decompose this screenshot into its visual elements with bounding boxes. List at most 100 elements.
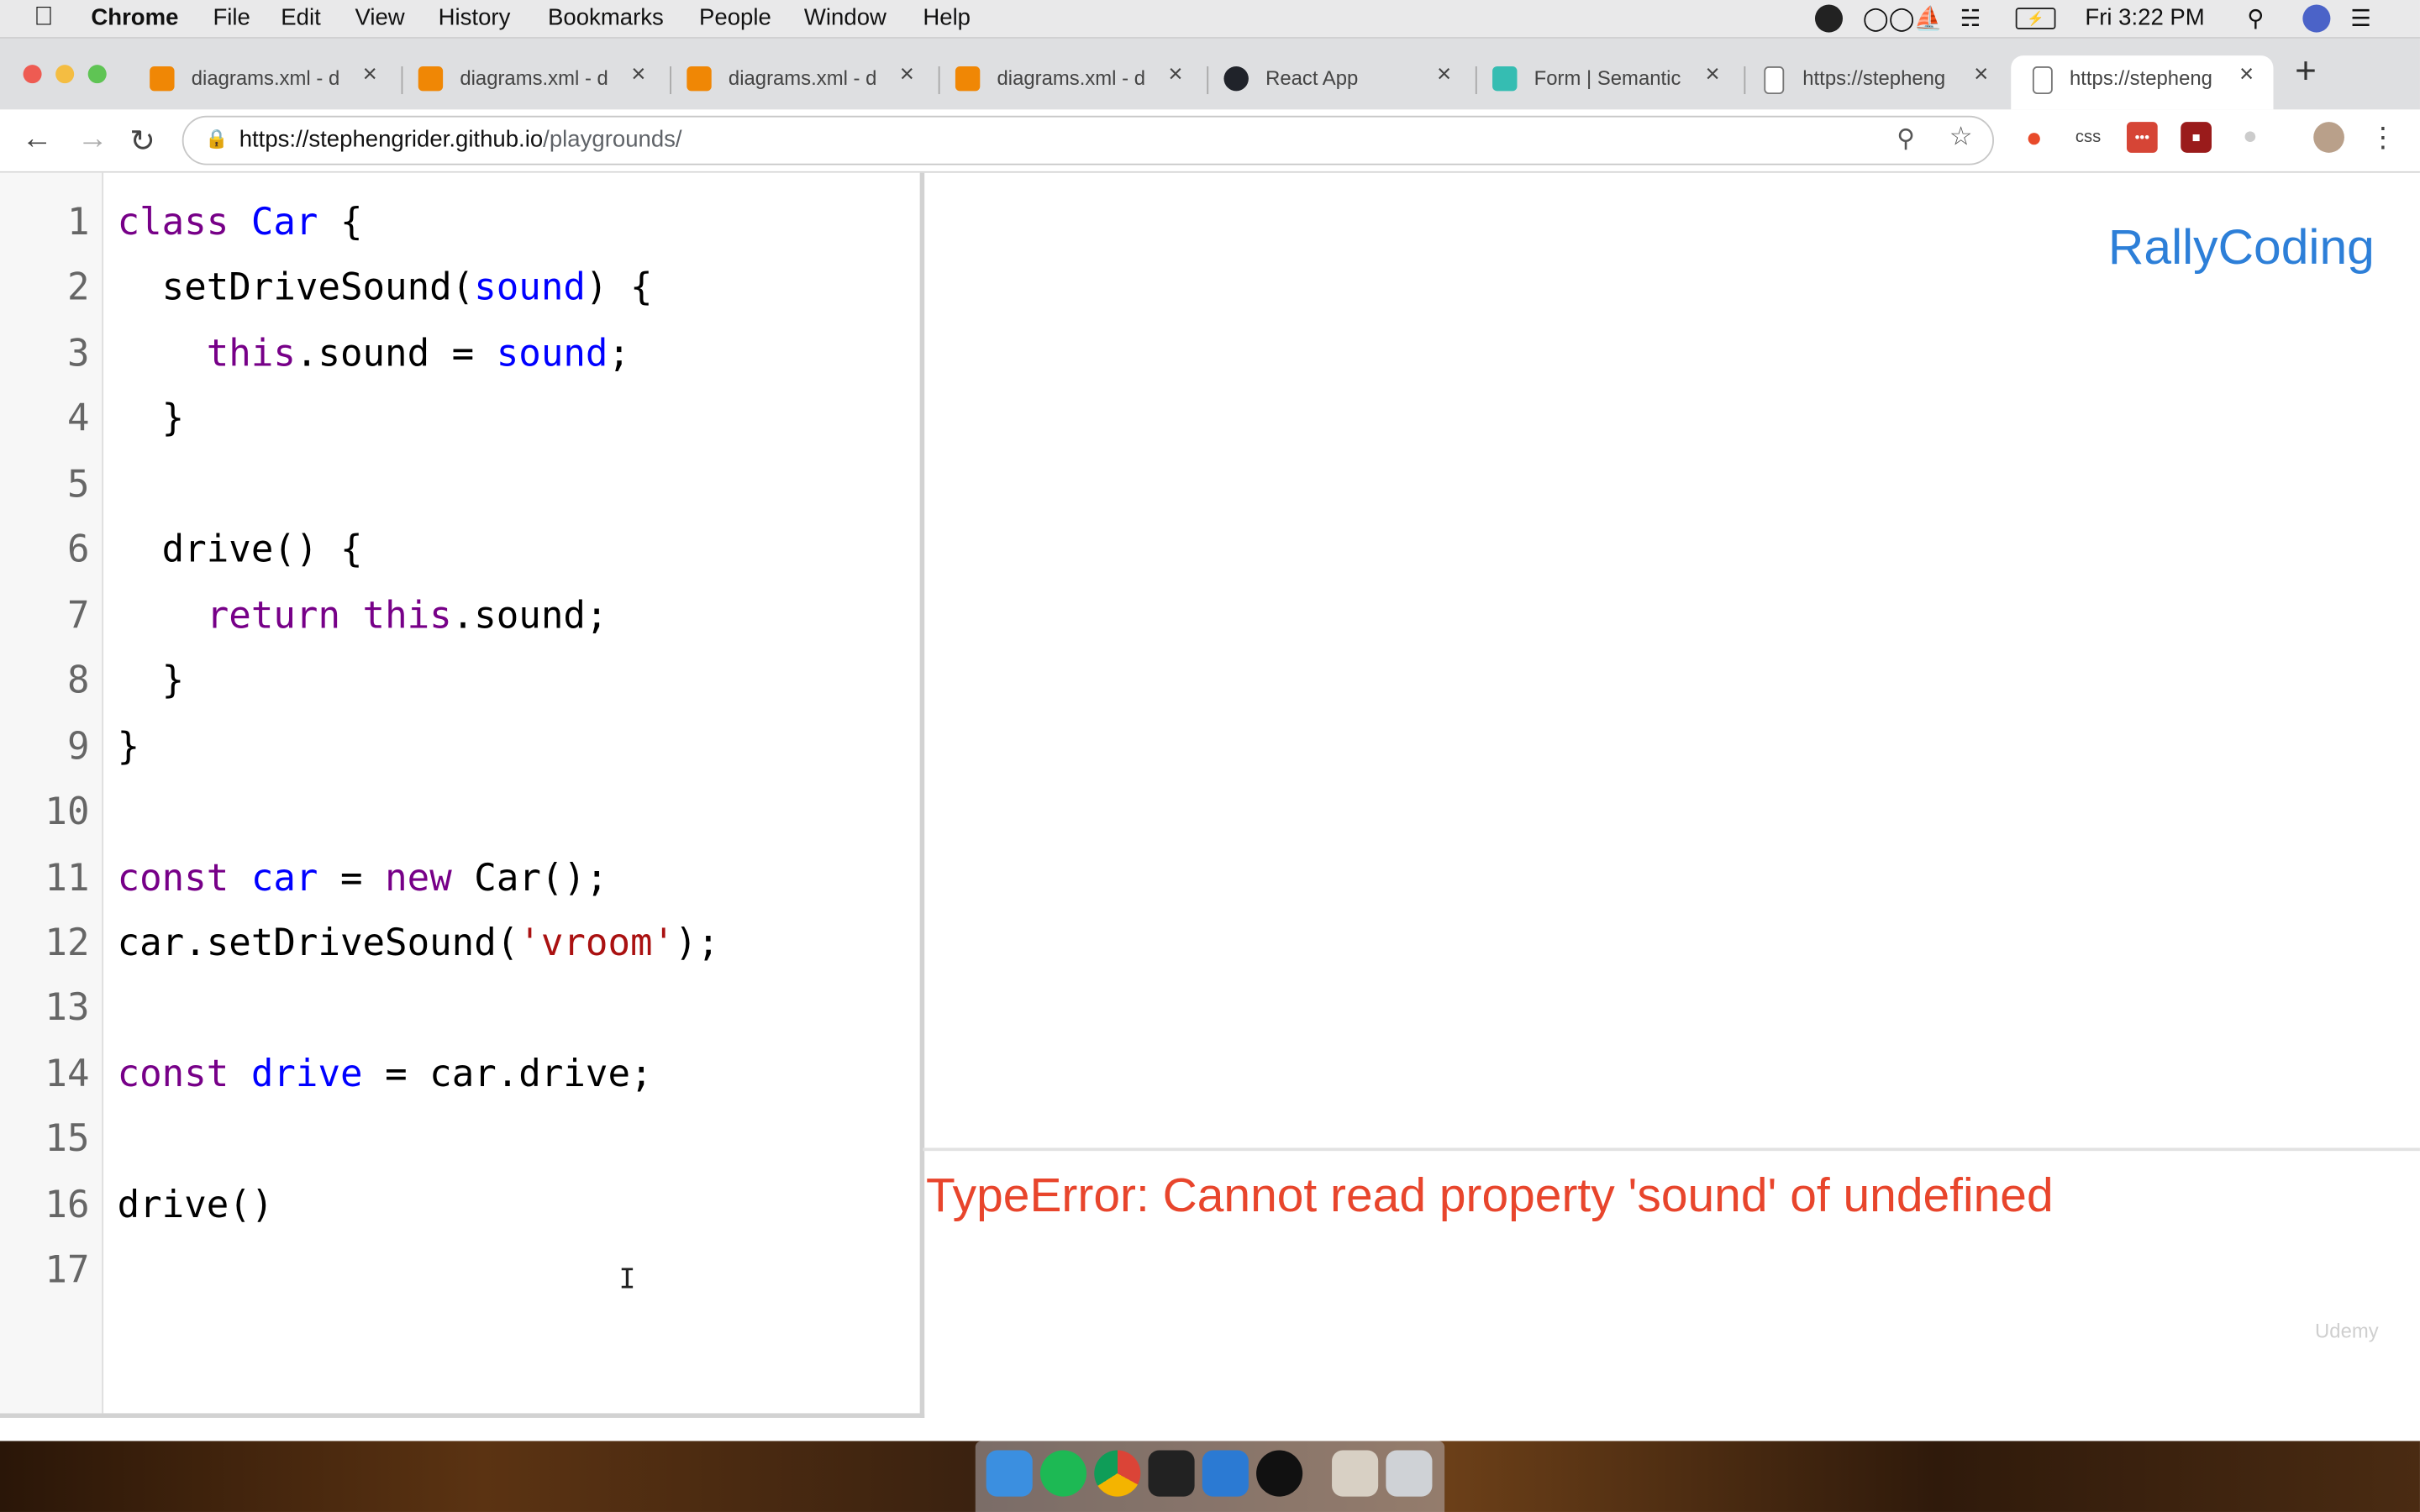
menu-history[interactable]: History (439, 5, 511, 31)
spotlight-search-icon[interactable]: ⚲ (2247, 5, 2264, 32)
menu-view[interactable]: View (355, 5, 404, 31)
code-line[interactable]: car.setDriveSound('vroom'); (118, 921, 720, 964)
close-tab-icon[interactable]: × (631, 61, 645, 89)
ublock-icon[interactable]: ■ (2181, 122, 2212, 153)
menu-bookmarks[interactable]: Bookmarks (548, 5, 664, 31)
menu-file[interactable]: File (213, 5, 250, 31)
code-line[interactable]: } (118, 659, 185, 701)
notification-center-icon[interactable]: ☰ (2350, 5, 2371, 32)
chrome-menu-icon[interactable]: ⋮ (2367, 122, 2398, 153)
tab-react-app[interactable]: React App × (1223, 55, 1471, 102)
code-token: this (362, 594, 452, 638)
line-number: 9 (66, 725, 90, 769)
tab-diagrams-3[interactable]: diagrams.xml - d × (687, 55, 934, 102)
code-token: const (117, 856, 251, 900)
profile-avatar[interactable] (2313, 122, 2344, 153)
finder-icon[interactable] (986, 1450, 1033, 1497)
code-token: ); (675, 921, 720, 964)
code-token: ) { (585, 265, 653, 309)
minimize-window-button[interactable] (55, 65, 75, 84)
code-token: } (117, 396, 185, 440)
code-token: Car(); (451, 856, 608, 900)
vlc-icon[interactable] (1332, 1450, 1379, 1497)
new-tab-button[interactable]: + (2295, 51, 2317, 94)
code-line[interactable]: class Car { (118, 201, 363, 244)
bookmark-star-icon[interactable]: ☆ (1949, 122, 1973, 153)
reload-icon[interactable]: ↻ (129, 122, 155, 160)
siri-icon[interactable] (2302, 4, 2331, 33)
output-divider (923, 1147, 2420, 1152)
tab-separator (938, 66, 940, 95)
close-tab-icon[interactable]: × (2239, 61, 2254, 89)
close-tab-icon[interactable]: × (363, 61, 377, 89)
tab-stephengrider-active[interactable]: https://stepheng × (2011, 55, 2274, 110)
code-token: const (117, 1052, 251, 1096)
chrome-icon[interactable] (1094, 1450, 1141, 1497)
docker-icon[interactable]: ⛵ (1914, 5, 1943, 32)
code-token: = (318, 856, 386, 900)
tab-label: React App (1265, 66, 1359, 90)
tab-diagrams-1[interactable]: diagrams.xml - d × (150, 55, 397, 102)
spotify-icon[interactable] (1039, 1450, 1087, 1497)
code-token: drive (250, 1052, 363, 1096)
extension-disabled-icon[interactable]: ● (2235, 122, 2266, 153)
close-tab-icon[interactable]: × (1706, 61, 1720, 89)
menu-help[interactable]: Help (923, 5, 971, 31)
address-bar[interactable]: 🔒 https://stephengrider.github.io/playgr… (182, 115, 1995, 165)
code-token: } (117, 659, 185, 702)
menu-window[interactable]: Window (804, 5, 886, 31)
close-tab-icon[interactable]: × (900, 61, 914, 89)
extension-fire-icon[interactable]: ● (2018, 122, 2049, 153)
close-tab-icon[interactable]: × (1437, 61, 1451, 89)
terminal-icon[interactable] (1148, 1450, 1195, 1497)
text-cursor-icon: I (618, 1263, 636, 1296)
code-line[interactable]: setDriveSound(sound) { (118, 265, 653, 308)
tab-separator (670, 66, 671, 95)
extension-more-icon[interactable]: ••• (2126, 122, 2158, 153)
url-text[interactable]: https://stephengrider.github.io/playgrou… (239, 127, 682, 153)
creative-cloud-icon[interactable] (1814, 4, 1844, 33)
code-line[interactable]: this.sound = sound; (118, 332, 630, 375)
glasses-icon[interactable]: ◯◯ (1863, 5, 1915, 32)
obs-icon[interactable] (1256, 1450, 1303, 1497)
trash-icon[interactable] (1386, 1450, 1433, 1497)
line-number: 10 (45, 790, 90, 833)
back-icon[interactable]: ← (22, 122, 53, 157)
code-token: ; (608, 331, 631, 375)
zoom-window-button[interactable] (87, 65, 107, 84)
code-line[interactable]: return this.sound; (118, 594, 608, 637)
drawio-icon (687, 66, 712, 92)
zoom-icon[interactable]: ⚲ (1897, 123, 1915, 155)
code-line[interactable]: drive() (118, 1184, 274, 1226)
code-line[interactable]: } (118, 725, 140, 768)
wifi-icon[interactable]: ☵ (1960, 5, 1981, 32)
menu-people[interactable]: People (699, 5, 771, 31)
code-line[interactable]: drive() { (118, 528, 363, 570)
tab-semantic-form[interactable]: Form | Semantic × (1492, 55, 1739, 102)
rallycoding-brand[interactable]: RallyCoding (2108, 219, 2375, 276)
extension-css-icon[interactable]: css (2073, 122, 2104, 153)
menu-clock[interactable]: Fri 3:22 PM (2085, 5, 2204, 31)
code-line[interactable]: } (118, 396, 185, 439)
tab-diagrams-2[interactable]: diagrams.xml - d × (418, 55, 666, 102)
close-tab-icon[interactable]: × (1974, 61, 1988, 89)
vscode-icon[interactable] (1202, 1450, 1249, 1497)
code-line[interactable]: const drive = car.drive; (118, 1053, 653, 1095)
close-window-button[interactable] (23, 65, 42, 84)
forward-icon[interactable]: → (77, 122, 108, 157)
code-token: this (206, 331, 296, 375)
drawio-icon (418, 66, 444, 92)
code-line[interactable]: const car = new Car(); (118, 856, 608, 899)
code-editor[interactable]: 1 2 3 4 5 6 7 8 9 10 11 12 13 14 15 16 1… (0, 172, 925, 1418)
battery-icon[interactable]: ⚡ (2015, 8, 2056, 29)
tab-diagrams-4[interactable]: diagrams.xml - d × (955, 55, 1202, 102)
menu-edit[interactable]: Edit (281, 5, 320, 31)
tab-label: Form | Semantic (1534, 66, 1681, 90)
menu-app-name[interactable]: Chrome (91, 5, 178, 31)
close-tab-icon[interactable]: × (1168, 61, 1182, 89)
code-token: = car.drive; (362, 1052, 653, 1096)
tab-stephengrider-1[interactable]: https://stepheng × (1761, 55, 2008, 102)
apple-icon[interactable]:  (34, 2, 53, 33)
code-token: } (117, 725, 140, 769)
